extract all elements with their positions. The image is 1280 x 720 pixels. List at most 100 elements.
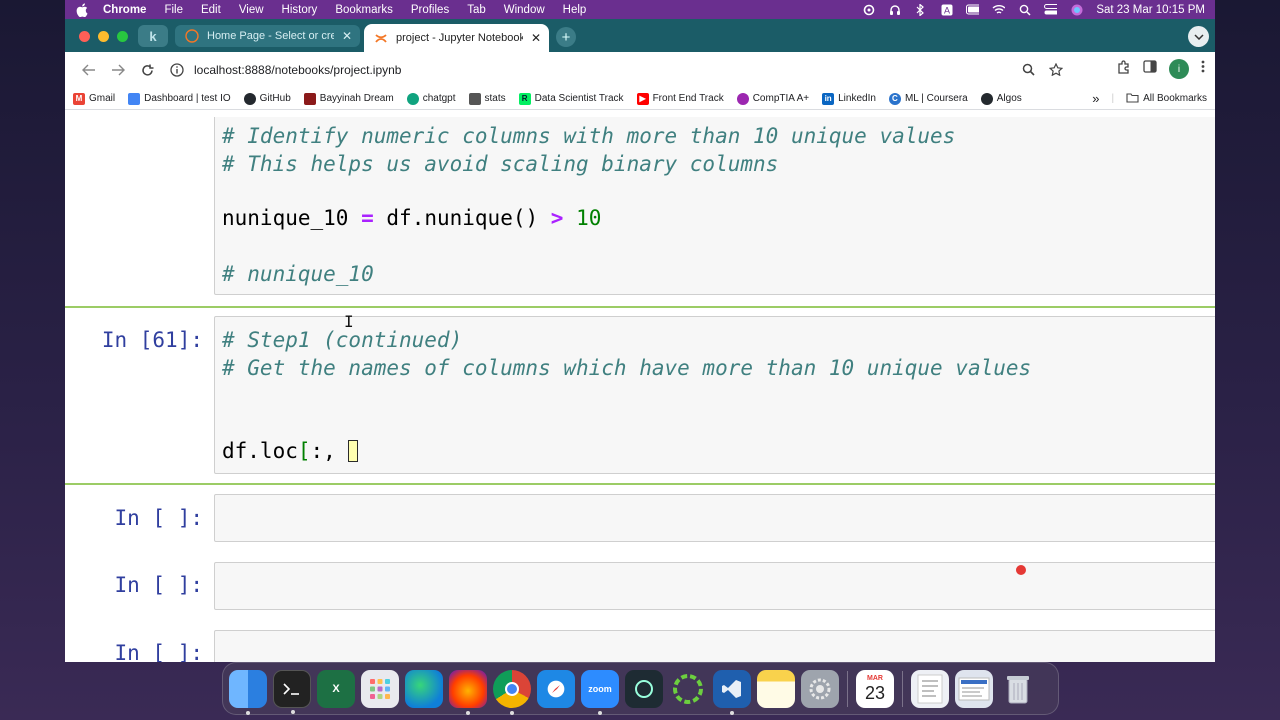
menu-window[interactable]: Window (504, 4, 545, 16)
excel-icon[interactable]: X (317, 669, 355, 708)
wifi-icon[interactable] (992, 4, 1006, 15)
notebook-area: # Identify numeric columns with more tha… (65, 117, 1215, 662)
bookmark-github[interactable]: GitHub (243, 92, 291, 105)
bluetooth-icon[interactable] (914, 3, 927, 16)
code-cell-input[interactable] (214, 630, 1215, 662)
bookmark-stats[interactable]: stats (468, 92, 506, 105)
code-cell-input[interactable]: # Step1 (continued) # Get the names of c… (214, 316, 1215, 474)
menu-tab[interactable]: Tab (467, 4, 486, 16)
reload-button[interactable] (133, 56, 161, 84)
bookmark-label: stats (484, 93, 506, 104)
bookmark-bayyinah[interactable]: Bayyinah Dream (303, 92, 394, 105)
screenshot-thumbnail-icon[interactable] (955, 669, 993, 708)
code-cell-input[interactable]: # Identify numeric columns with more tha… (214, 117, 1215, 295)
browser-toolbar: localhost:8888/notebooks/project.ipynb i (65, 52, 1215, 88)
headphones-icon[interactable] (888, 4, 901, 15)
bookmark-algos[interactable]: Algos (980, 92, 1022, 105)
code-line: df.loc[:, (222, 439, 359, 463)
tab-home-page[interactable]: Home Page - Select or create ✕ (175, 25, 360, 47)
tab-project-notebook[interactable]: project - Jupyter Notebook ✕ (364, 24, 549, 52)
tab-title: Home Page - Select or create (207, 30, 334, 42)
code-cell-input[interactable] (214, 494, 1215, 542)
extensions-icon[interactable] (1117, 59, 1131, 79)
calendar-month: MAR (867, 675, 883, 682)
back-button[interactable] (75, 56, 103, 84)
comptia-icon (736, 92, 749, 105)
finder-icon[interactable] (229, 669, 267, 715)
trash-icon[interactable] (999, 670, 1037, 708)
forward-button[interactable] (104, 56, 132, 84)
url-text[interactable]: localhost:8888/notebooks/project.ipynb (194, 63, 401, 77)
menu-profiles[interactable]: Profiles (411, 4, 449, 16)
mac-dock: X zoom MAR 23 (222, 662, 1059, 715)
more-menu-icon[interactable] (1201, 60, 1205, 78)
profile-avatar[interactable]: i (1169, 59, 1189, 79)
bookmark-data-scientist[interactable]: R Data Scientist Track (518, 92, 624, 105)
dashboard-icon (128, 92, 141, 105)
tab-search-button[interactable] (1188, 26, 1209, 47)
menu-file[interactable]: File (164, 4, 183, 16)
calendar-icon[interactable]: MAR 23 (856, 669, 894, 708)
siri-icon[interactable] (1070, 4, 1083, 15)
bookmark-label: GitHub (259, 93, 291, 104)
chatgpt-app-icon[interactable] (625, 669, 663, 708)
more-bookmarks-button[interactable]: » (1092, 91, 1099, 106)
menu-view[interactable]: View (239, 4, 264, 16)
zoom-window-button[interactable] (117, 31, 128, 42)
close-icon[interactable]: ✕ (342, 29, 352, 43)
control-center-icon[interactable] (1044, 4, 1058, 15)
status-gear-icon[interactable] (862, 4, 875, 15)
bookmark-coursera[interactable]: C ML | Coursera (888, 92, 968, 105)
chrome-icon[interactable] (493, 669, 531, 715)
menu-history[interactable]: History (282, 4, 318, 16)
battery-icon[interactable] (966, 4, 980, 15)
bookmark-chatgpt[interactable]: chatgpt (406, 92, 456, 105)
bookmark-linkedin[interactable]: in LinkedIn (822, 92, 876, 105)
bayyinah-icon (303, 92, 316, 105)
bookmark-dashboard[interactable]: Dashboard | test IO (128, 92, 231, 105)
safari-icon[interactable] (537, 669, 575, 708)
code-line: # nunique_10 (222, 262, 374, 286)
system-settings-icon[interactable] (801, 669, 839, 708)
code-line: # This helps us avoid scaling binary col… (222, 152, 779, 176)
terminal-icon[interactable] (273, 669, 311, 714)
firefox-icon[interactable] (449, 669, 487, 715)
document-thumbnail-icon[interactable] (911, 669, 949, 708)
close-icon[interactable]: ✕ (531, 31, 541, 45)
tab-pinned[interactable]: k (138, 25, 168, 47)
all-bookmarks-button[interactable]: All Bookmarks (1126, 92, 1207, 106)
bookmark-front-end[interactable]: ▶ Front End Track (636, 92, 724, 105)
sync-icon[interactable] (669, 670, 707, 708)
new-tab-button[interactable]: + (556, 27, 576, 47)
browser-window: k Home Page - Select or create ✕ project… (65, 19, 1215, 662)
site-info-icon[interactable] (168, 61, 186, 79)
menu-bookmarks[interactable]: Bookmarks (335, 4, 393, 16)
notes-icon[interactable] (757, 669, 795, 708)
linkedin-icon: in (822, 92, 835, 105)
zoom-icon[interactable] (1022, 63, 1035, 81)
bookmark-comptia[interactable]: CompTIA A+ (736, 92, 809, 105)
apple-icon[interactable] (75, 2, 89, 17)
code-token: nunique_10 (222, 206, 349, 230)
edge-icon[interactable] (405, 669, 443, 708)
launchpad-icon[interactable] (361, 669, 399, 708)
menubar-clock[interactable]: Sat 23 Mar 10:15 PM (1096, 4, 1205, 16)
cell-prompt: In [ ]: (114, 573, 203, 597)
minimize-window-button[interactable] (98, 31, 109, 42)
code-cell-input[interactable] (214, 562, 1215, 610)
spotlight-search-icon[interactable] (1018, 4, 1031, 16)
menu-edit[interactable]: Edit (201, 4, 221, 16)
side-panel-icon[interactable] (1143, 60, 1157, 78)
zoom-app-icon[interactable]: zoom (581, 669, 619, 715)
chevron-down-icon (1193, 33, 1204, 40)
menu-app-name[interactable]: Chrome (103, 4, 146, 16)
menu-help[interactable]: Help (563, 4, 587, 16)
input-source-icon[interactable]: A (940, 4, 953, 15)
bookmark-star-icon[interactable] (1048, 62, 1064, 81)
vscode-icon[interactable] (713, 669, 751, 715)
close-window-button[interactable] (79, 31, 90, 42)
bookmark-label: Front End Track (652, 93, 724, 104)
bookmark-label: LinkedIn (838, 93, 876, 104)
address-bar[interactable]: localhost:8888/notebooks/project.ipynb (163, 56, 1063, 84)
bookmark-gmail[interactable]: M Gmail (73, 92, 115, 105)
